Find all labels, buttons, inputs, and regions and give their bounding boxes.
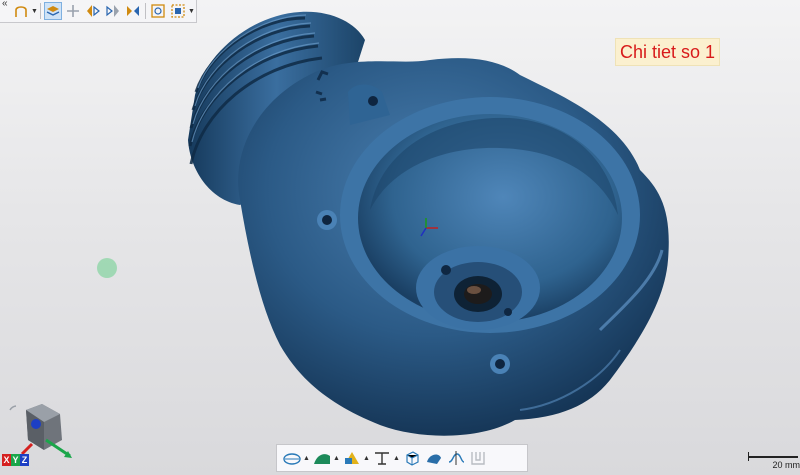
bounding-box-icon[interactable]	[401, 447, 423, 469]
axis-x-label: X	[2, 454, 11, 466]
axis-y-label: Y	[11, 454, 20, 466]
move-icon[interactable]	[64, 2, 82, 20]
view-layers-icon[interactable]	[44, 2, 62, 20]
measure-icon[interactable]	[371, 447, 393, 469]
chevron-up-icon[interactable]: ▲	[303, 455, 311, 462]
flip-left-icon[interactable]	[84, 2, 102, 20]
frame-selection-icon[interactable]	[169, 2, 187, 20]
mirror-icon[interactable]	[124, 2, 142, 20]
toolbar-divider	[40, 3, 41, 19]
section-view-icon[interactable]	[281, 447, 303, 469]
chevron-up-icon[interactable]: ▲	[333, 455, 341, 462]
scale-bar: 20 mm	[748, 452, 800, 472]
flip-right-icon[interactable]	[104, 2, 122, 20]
3d-viewport[interactable]	[0, 0, 800, 475]
bottom-toolbar: ▲ ▲ ▲ ▲	[276, 444, 528, 472]
axis-z-label: Z	[20, 454, 29, 466]
color-mapping-icon[interactable]	[341, 447, 363, 469]
rotation-center-marker	[97, 258, 117, 278]
axis-labels: X Y Z	[2, 454, 29, 466]
solid-view-icon[interactable]	[423, 447, 445, 469]
frame-all-icon[interactable]	[149, 2, 167, 20]
scale-text: 20 mm	[772, 460, 800, 470]
chevron-up-icon[interactable]: ▲	[363, 455, 371, 462]
toolbar-divider	[145, 3, 146, 19]
collapse-toolbar-icon[interactable]: «	[2, 0, 8, 9]
chevron-down-icon[interactable]: ▼	[188, 2, 195, 20]
chevron-down-icon[interactable]: ▼	[31, 2, 38, 20]
scale-line	[748, 456, 798, 458]
profile-icon[interactable]	[467, 447, 489, 469]
top-toolbar: ▼ ▼	[0, 0, 197, 23]
chevron-up-icon[interactable]: ▲	[393, 455, 401, 462]
select-shape-icon[interactable]	[12, 2, 30, 20]
part-label: Chi tiet so 1	[615, 38, 721, 66]
curve-icon[interactable]	[445, 447, 467, 469]
scan-model[interactable]	[0, 0, 800, 475]
surface-icon[interactable]	[311, 447, 333, 469]
